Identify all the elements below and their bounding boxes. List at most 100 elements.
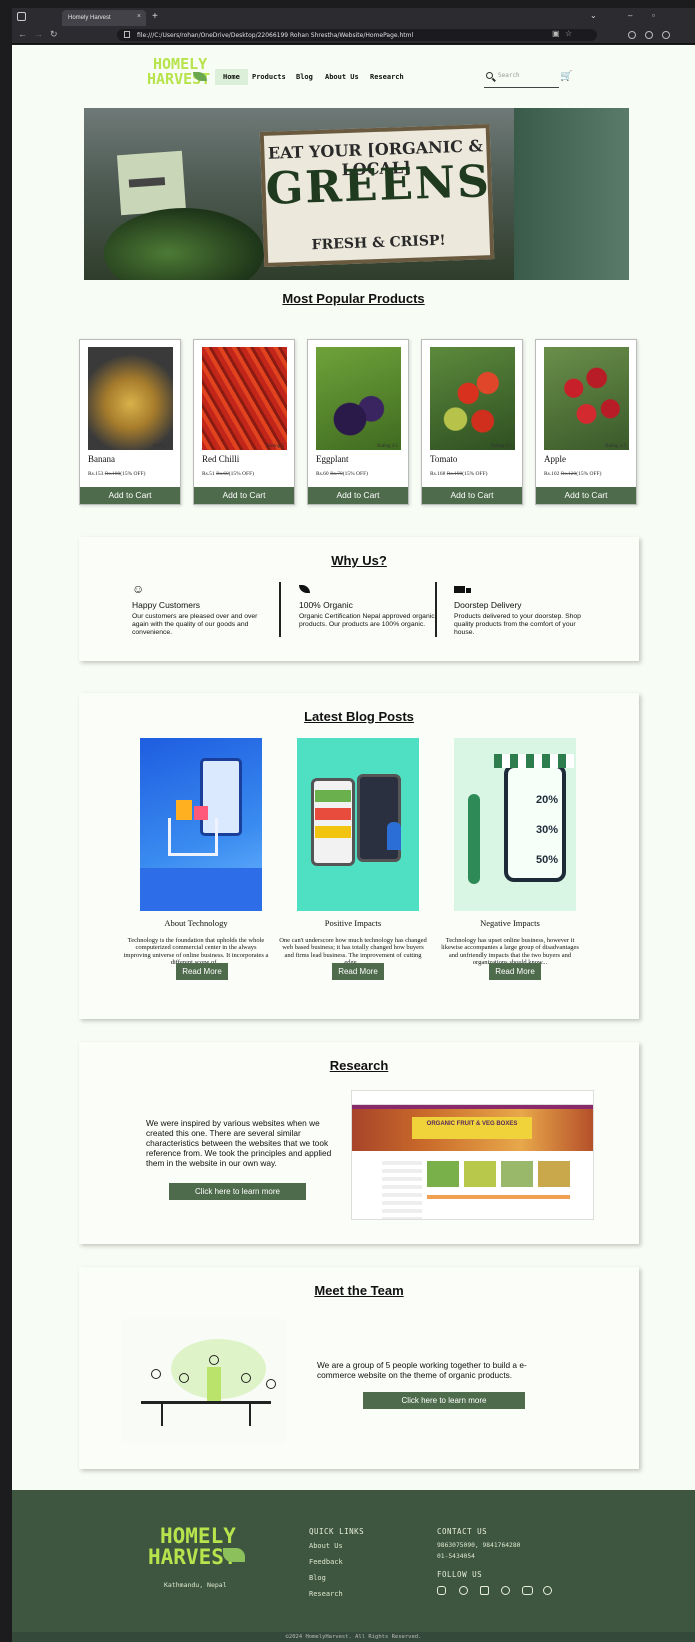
footer-link-research[interactable]: Research bbox=[309, 1590, 343, 1598]
address-bar[interactable]: file:///C:/Users/rohan/OneDrive/Desktop/… bbox=[117, 29, 597, 41]
footer-logo-line-1: HOMELY bbox=[160, 1524, 236, 1548]
hero-line-3: FRESH & CRISP! bbox=[311, 232, 446, 254]
research-preview-image[interactable]: ORGANIC FRUIT & VEG BOXES bbox=[351, 1090, 594, 1220]
cashiers-sign bbox=[116, 150, 187, 216]
why-heading: Happy Customers bbox=[132, 600, 201, 610]
footer-location: Kathmandu, Nepal bbox=[164, 1581, 227, 1589]
research-section: Research We were inspired by various web… bbox=[79, 1042, 639, 1244]
why-item-delivery: Doorstep Delivery Products delivered to … bbox=[454, 582, 594, 636]
maximize-icon[interactable]: ▫ bbox=[652, 11, 655, 20]
account-icon[interactable] bbox=[645, 31, 653, 39]
smile-icon: ☺ bbox=[132, 582, 145, 596]
page-icon bbox=[124, 31, 130, 38]
nav-blog[interactable]: Blog bbox=[296, 69, 313, 85]
add-to-cart-button[interactable]: Add to Cart bbox=[308, 487, 408, 504]
bookmark-star-icon[interactable]: ☆ bbox=[565, 29, 572, 38]
footer-link-blog[interactable]: Blog bbox=[309, 1574, 326, 1582]
why-us-title: Why Us? bbox=[331, 553, 387, 568]
site-footer: HOMELY HARVEST Kathmandu, Nepal QUICK LI… bbox=[12, 1490, 695, 1642]
extensions-icon[interactable] bbox=[662, 31, 670, 39]
tab-close-icon[interactable]: × bbox=[137, 13, 141, 20]
why-text: Products delivered to your doorstep. Sho… bbox=[454, 613, 581, 636]
instagram-icon[interactable] bbox=[437, 1586, 446, 1595]
youtube-icon[interactable] bbox=[522, 1586, 533, 1595]
blog-title: Latest Blog Posts bbox=[304, 709, 414, 724]
browser-tab-bar: Homely Harvest × + ⌄ – ▫ bbox=[12, 8, 695, 26]
blog-image-negative[interactable]: 20% 30% 50% bbox=[454, 738, 576, 911]
preview-banner: ORGANIC FRUIT & VEG BOXES bbox=[412, 1117, 532, 1139]
nav-products[interactable]: Products bbox=[252, 69, 286, 85]
product-name: Apple bbox=[544, 454, 566, 464]
discount-20: 20% bbox=[536, 794, 559, 806]
product-card-eggplant: Rating 4.5 Eggplant Rs.60 Rs.70(15% OFF)… bbox=[307, 339, 409, 505]
footer-link-feedback[interactable]: Feedback bbox=[309, 1558, 343, 1566]
product-price: Rs.153 Rs.180(15% OFF) bbox=[88, 471, 146, 477]
footer-logo[interactable]: HOMELY HARVEST bbox=[148, 1526, 237, 1568]
discount-30: 30% bbox=[536, 824, 559, 836]
reader-view-icon[interactable]: ▣ bbox=[552, 29, 560, 38]
add-to-cart-button[interactable]: Add to Cart bbox=[422, 487, 522, 504]
forward-icon[interactable]: → bbox=[34, 29, 43, 39]
add-to-cart-button[interactable]: Add to Cart bbox=[80, 487, 180, 504]
why-item-happy-customers: ☺ Happy Customers Our customers are plea… bbox=[132, 582, 272, 636]
why-heading: Doorstep Delivery bbox=[454, 600, 522, 610]
product-image-eggplant[interactable] bbox=[316, 347, 401, 450]
blog-image-positive[interactable] bbox=[297, 738, 419, 911]
product-card-banana: Rating 5 Banana Rs.153 Rs.180(15% OFF) A… bbox=[79, 339, 181, 505]
why-text: Organic Certification Nepal approved org… bbox=[299, 613, 435, 628]
facebook-icon[interactable] bbox=[459, 1586, 468, 1595]
search-icon bbox=[486, 72, 493, 79]
product-price: Rs.102 Rs.120(15% OFF) bbox=[544, 471, 602, 477]
footer-link-about-us[interactable]: About Us bbox=[309, 1542, 343, 1550]
hero-crates bbox=[514, 108, 629, 280]
team-learn-more-button[interactable]: Click here to learn more bbox=[363, 1392, 525, 1409]
read-more-button[interactable]: Read More bbox=[332, 963, 384, 980]
tab-list-icon[interactable]: ⌄ bbox=[590, 11, 597, 20]
new-tab-icon[interactable]: + bbox=[152, 11, 158, 22]
search-placeholder: Search bbox=[498, 72, 520, 79]
team-text: We are a group of 5 people working toget… bbox=[317, 1360, 527, 1380]
product-image-apple[interactable] bbox=[544, 347, 629, 450]
reddit-icon[interactable] bbox=[543, 1586, 552, 1595]
tab-title: Homely Harvest bbox=[68, 15, 111, 21]
read-more-button[interactable]: Read More bbox=[176, 963, 228, 980]
nav-about-us[interactable]: About Us bbox=[325, 69, 359, 85]
product-price: Rs.51 Rs.60(15% OFF) bbox=[202, 471, 254, 477]
product-rating: Rating 5 bbox=[266, 444, 284, 449]
product-rating: Rating 4.5 bbox=[377, 444, 398, 449]
product-card-tomato: Rating 4.5 Tomato Rs.168 Rs.198(15% OFF)… bbox=[421, 339, 523, 505]
tab-overview-icon[interactable] bbox=[17, 12, 26, 21]
product-image-banana[interactable] bbox=[88, 347, 173, 450]
research-learn-more-button[interactable]: Click here to learn more bbox=[169, 1183, 306, 1200]
reload-icon[interactable]: ↻ bbox=[50, 29, 58, 40]
team-title: Meet the Team bbox=[314, 1283, 404, 1298]
blog-image-technology[interactable] bbox=[140, 738, 262, 911]
read-more-button[interactable]: Read More bbox=[489, 963, 541, 980]
nav-research[interactable]: Research bbox=[370, 69, 404, 85]
search-input[interactable]: Search bbox=[484, 69, 559, 88]
product-rating: Rating 5 bbox=[152, 444, 170, 449]
blog-post-excerpt: One can't underscore how much technology… bbox=[279, 937, 427, 966]
why-text: Our customers are pleased over and over … bbox=[132, 613, 258, 636]
why-item-organic: 100% Organic Organic Certification Nepal… bbox=[299, 582, 439, 629]
nav-home[interactable]: Home bbox=[215, 69, 248, 85]
add-to-cart-button[interactable]: Add to Cart bbox=[194, 487, 294, 504]
product-card-apple: Rating 4.5 Apple Rs.102 Rs.120(15% OFF) … bbox=[535, 339, 637, 505]
why-us-section: Why Us? ☺ Happy Customers Our customers … bbox=[79, 537, 639, 661]
product-rating: Rating 4.5 bbox=[491, 444, 512, 449]
minimize-icon[interactable]: – bbox=[628, 11, 632, 20]
product-image-tomato[interactable] bbox=[430, 347, 515, 450]
pocket-icon[interactable] bbox=[628, 31, 636, 39]
product-image-red-chilli[interactable] bbox=[202, 347, 287, 450]
hero-banner: EAT YOUR [ORGANIC & LOCAL] GREENS FRESH … bbox=[84, 108, 629, 280]
product-name: Red Chilli bbox=[202, 454, 240, 464]
back-icon[interactable]: ← bbox=[18, 29, 27, 39]
browser-tab[interactable]: Homely Harvest × bbox=[62, 10, 146, 26]
whatsapp-icon[interactable] bbox=[501, 1586, 510, 1595]
blog-post-excerpt: Technology has upset online business, ho… bbox=[441, 937, 579, 966]
linkedin-icon[interactable] bbox=[480, 1586, 489, 1595]
truck-icon bbox=[454, 582, 594, 598]
add-to-cart-button[interactable]: Add to Cart bbox=[536, 487, 636, 504]
product-rating: Rating 4.5 bbox=[605, 444, 626, 449]
cart-icon[interactable]: 🛒 bbox=[560, 71, 572, 82]
